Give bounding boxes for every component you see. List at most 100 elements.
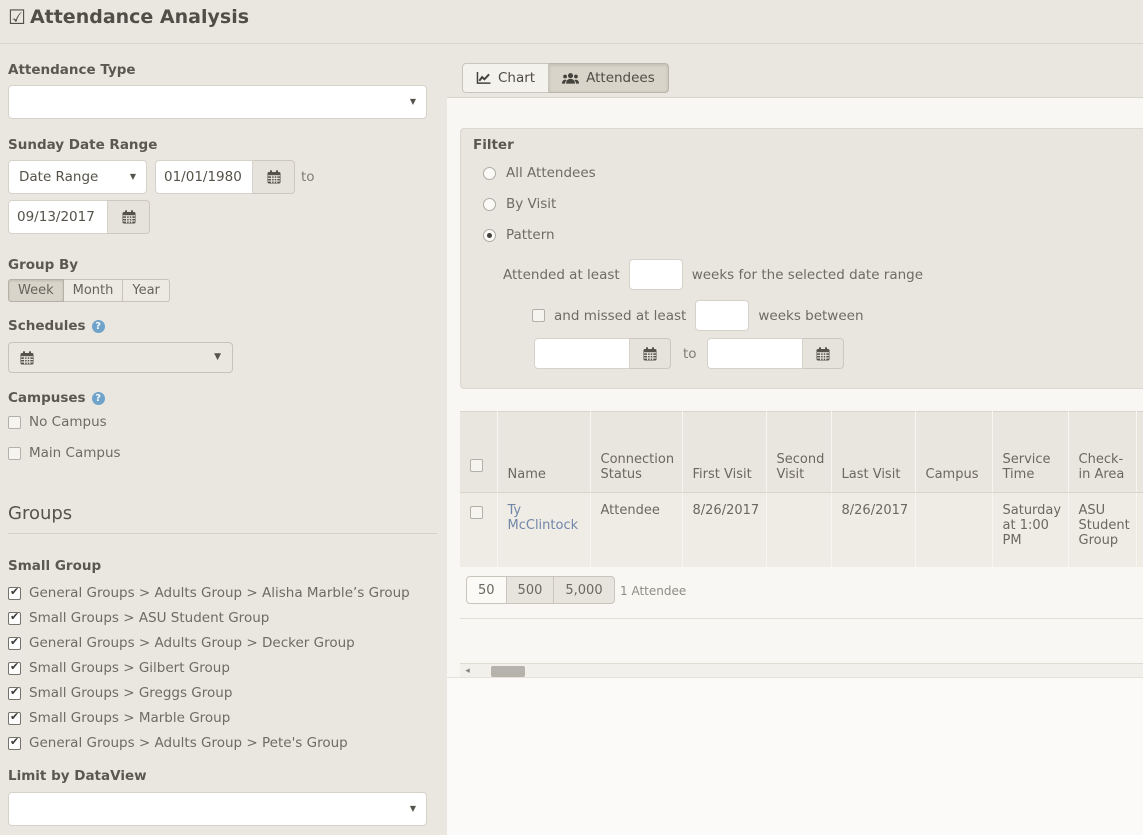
cell-checkin-area: ASU Student Group [1068, 493, 1136, 568]
filter-pattern-radio[interactable]: Pattern [483, 227, 555, 243]
tab-attendees[interactable]: Attendees [549, 63, 669, 93]
page-size-5000-button[interactable]: 5,000 [554, 576, 614, 604]
caret-down-icon: ▼ [410, 98, 416, 106]
row-select-cell [460, 493, 497, 568]
campuses-label: Campuses [8, 390, 105, 406]
campuses-label-text: Campuses [8, 390, 86, 406]
calendar-icon [122, 210, 136, 224]
group-by-week-button[interactable]: Week [8, 279, 64, 302]
pattern-missed-row: and missed at least weeks between [532, 300, 864, 331]
campus-no-campus-checkbox[interactable]: No Campus [8, 414, 107, 430]
group-label: General Groups > Adults Group > Alisha M… [29, 585, 410, 601]
cell-last-visit: 8/26/2017 [831, 493, 915, 568]
filter-header: Filter [473, 137, 514, 153]
group-checkbox[interactable]: General Groups > Adults Group > Decker G… [8, 635, 355, 651]
tab-chart[interactable]: Chart [462, 63, 549, 93]
calendar-icon [20, 351, 34, 365]
radio-icon [483, 229, 496, 242]
page-size-buttons: 50 500 5,000 [466, 576, 615, 604]
date-range-type-select[interactable]: Date Range ▼ [8, 160, 147, 194]
checkbox-icon [8, 587, 21, 600]
sunday-date-range-label: Sunday Date Range [8, 137, 157, 153]
checkbox-icon [8, 662, 21, 675]
person-link[interactable]: Ty McClintock [508, 503, 579, 533]
column-header-service-time[interactable]: Service Time [992, 412, 1068, 493]
between-start-calendar-button[interactable] [630, 338, 671, 369]
filter-by-visit-radio[interactable]: By Visit [483, 196, 556, 212]
groups-divider [8, 533, 437, 534]
column-header-last-visit[interactable]: Last Visit [831, 412, 915, 493]
group-checkbox[interactable]: Small Groups > Greggs Group [8, 685, 232, 701]
caret-down-icon: ▼ [214, 353, 221, 362]
filter-all-attendees-radio[interactable]: All Attendees [483, 165, 596, 181]
attended-weeks-input[interactable] [629, 259, 683, 290]
column-header-second-visit[interactable]: Second Visit [766, 412, 831, 493]
column-header-connection-status[interactable]: Connection Status [590, 412, 682, 493]
table-row[interactable]: Ty McClintock Attendee 8/26/2017 8/26/20… [460, 493, 1143, 568]
group-by-year-button[interactable]: Year [123, 279, 170, 302]
start-date-calendar-button[interactable] [253, 160, 295, 194]
dataview-select[interactable]: ▼ [8, 792, 427, 826]
missed-checkbox[interactable] [532, 309, 545, 322]
start-date-input[interactable] [155, 160, 253, 194]
group-by-month-button[interactable]: Month [64, 279, 124, 302]
column-header-clipped [1136, 412, 1143, 493]
horizontal-scrollbar[interactable]: ◂ [460, 663, 1143, 678]
scroll-left-arrow-icon[interactable]: ◂ [461, 664, 474, 678]
checkbox-label: Main Campus [29, 445, 121, 461]
group-label: Small Groups > Greggs Group [29, 685, 232, 701]
missed-weeks-input[interactable] [695, 300, 749, 331]
radio-label: Pattern [506, 227, 555, 243]
between-to-label: to [683, 346, 697, 362]
between-end-date-input[interactable] [707, 338, 803, 369]
checkbox-icon [8, 687, 21, 700]
column-header-campus[interactable]: Campus [915, 412, 992, 493]
column-header-checkin-area[interactable]: Check-in Area [1068, 412, 1136, 493]
group-by-label: Group By [8, 257, 78, 273]
attendance-type-select[interactable]: ▼ [8, 85, 427, 119]
pager-strip: 50 500 5,000 1 Attendee [460, 567, 1143, 619]
row-checkbox[interactable] [470, 506, 483, 519]
help-icon[interactable] [92, 392, 105, 405]
groups-section-header: Groups [8, 503, 72, 524]
group-checkbox[interactable]: Small Groups > ASU Student Group [8, 610, 269, 626]
schedules-picker[interactable]: ▼ [8, 342, 233, 373]
column-header-first-visit[interactable]: First Visit [682, 412, 766, 493]
attended-at-least-label: Attended at least [503, 267, 620, 283]
page-size-500-button[interactable]: 500 [507, 576, 555, 604]
line-chart-icon [476, 72, 491, 85]
group-by-button-group: Week Month Year [8, 279, 170, 302]
schedules-label: Schedules [8, 318, 105, 334]
schedules-label-text: Schedules [8, 318, 86, 334]
calendar-icon [816, 347, 830, 361]
cell-clipped [1136, 493, 1143, 568]
scrollbar-thumb[interactable] [491, 666, 525, 677]
group-checkbox[interactable]: Small Groups > Gilbert Group [8, 660, 230, 676]
group-label: Small Groups > ASU Student Group [29, 610, 269, 626]
group-checkbox[interactable]: General Groups > Adults Group > Pete's G… [8, 735, 348, 751]
cell-second-visit [766, 493, 831, 568]
attendee-count: 1 Attendee [620, 584, 686, 598]
cell-connection-status: Attendee [590, 493, 682, 568]
select-all-checkbox[interactable] [470, 459, 483, 472]
page-background-area [447, 677, 1143, 835]
group-label: General Groups > Adults Group > Pete's G… [29, 735, 348, 751]
help-icon[interactable] [92, 320, 105, 333]
attendees-panel: Filter All Attendees By Visit Pattern At… [447, 97, 1143, 677]
date-range-type-value: Date Range [19, 169, 98, 185]
grid-footer: 50 500 5,000 1 Attendee [460, 567, 1143, 663]
campus-main-campus-checkbox[interactable]: Main Campus [8, 445, 121, 461]
cell-campus [915, 493, 992, 568]
header-divider [0, 43, 1143, 44]
page-size-50-button[interactable]: 50 [466, 576, 507, 604]
date-range-to-label: to [301, 169, 315, 185]
group-checkbox[interactable]: General Groups > Adults Group > Alisha M… [8, 585, 410, 601]
column-header-name[interactable]: Name [497, 412, 590, 493]
between-start-date-input[interactable] [534, 338, 630, 369]
group-checkbox[interactable]: Small Groups > Marble Group [8, 710, 230, 726]
between-end-calendar-button[interactable] [803, 338, 844, 369]
missed-suffix-label: weeks between [758, 308, 863, 324]
end-date-calendar-button[interactable] [108, 200, 150, 234]
attendance-type-label: Attendance Type [8, 62, 136, 78]
end-date-input[interactable] [8, 200, 108, 234]
